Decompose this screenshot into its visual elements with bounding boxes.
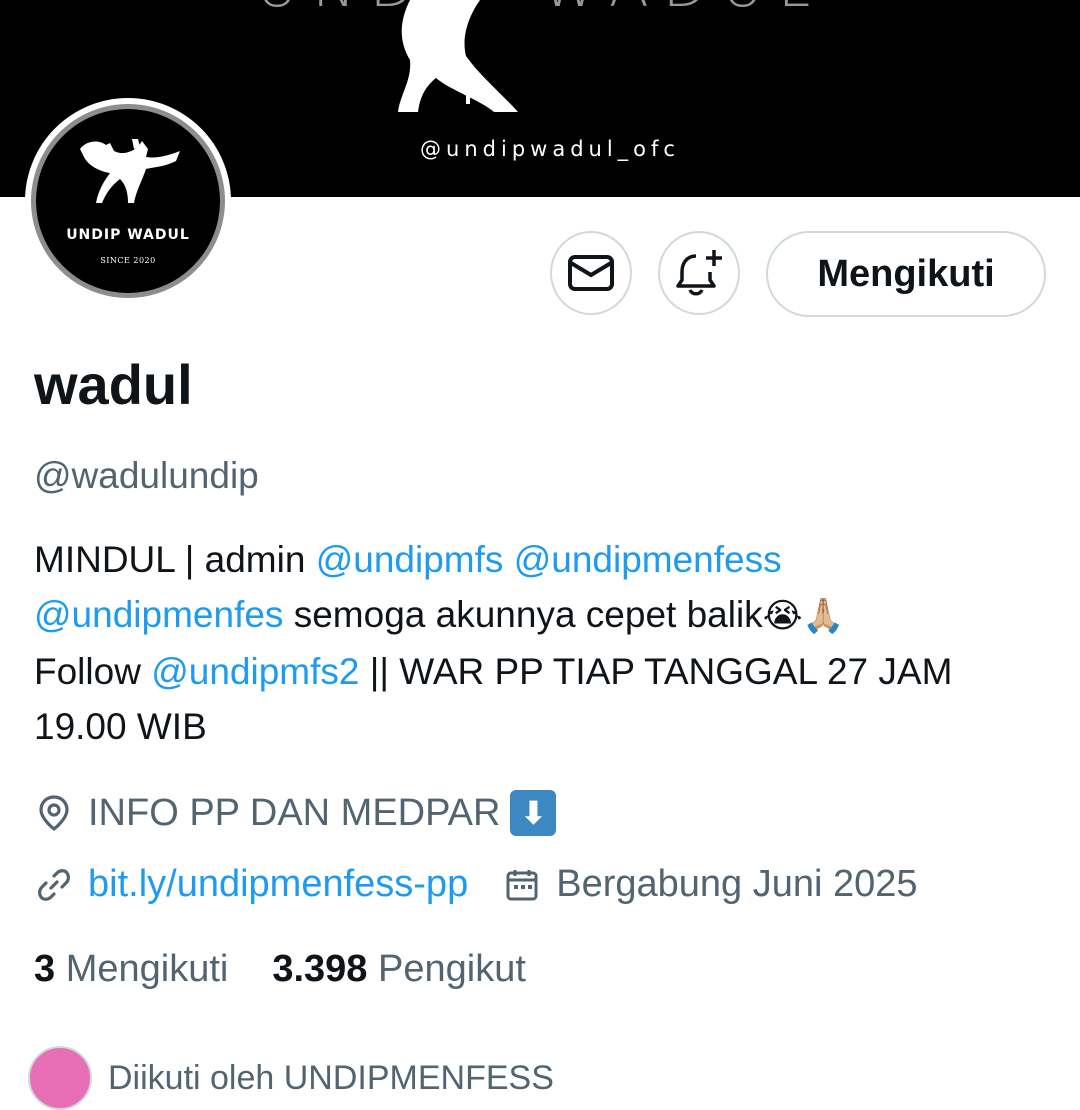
message-button[interactable]: [550, 231, 632, 315]
follower-avatar: [28, 1046, 92, 1110]
mention-link[interactable]: @undipmenfess: [514, 539, 782, 580]
down-arrow-emoji-icon: ⬇: [510, 790, 557, 836]
followed-by-text: Diikuti oleh UNDIPMENFESS: [108, 1058, 554, 1097]
profile-location: INFO PP DAN MEDPAR ⬇: [34, 790, 557, 836]
horse-logo-icon: [398, 0, 518, 112]
joined-date: Bergabung Juni 2025: [556, 863, 918, 905]
profile-handle: @wadulundip: [34, 455, 259, 496]
mention-link[interactable]: @undipmenfes: [34, 594, 283, 635]
profile-name: wadul: [34, 353, 193, 416]
followed-by[interactable]: Diikuti oleh UNDIPMENFESS: [28, 1046, 554, 1110]
avatar-name: UNDIP WADUL: [66, 227, 190, 243]
notify-button[interactable]: [658, 231, 740, 315]
following-button[interactable]: Mengikuti: [766, 231, 1046, 317]
profile-bio: MINDUL | admin @undipmfs @undipmenfess @u…: [34, 539, 953, 747]
link-icon: [34, 865, 74, 905]
avatar-since: SINCE 2020: [100, 256, 156, 265]
profile-avatar[interactable]: UNDIP WADUL SINCE 2020: [25, 98, 231, 304]
mention-link[interactable]: @undipmfs2: [151, 651, 359, 692]
followers-stat[interactable]: 3.398 Pengikut: [272, 948, 526, 990]
crying-emoji-icon: 😭: [762, 596, 803, 636]
calendar-icon: [502, 865, 542, 905]
praying-hands-emoji-icon: 🙏🏼: [802, 596, 845, 636]
profile-website-link[interactable]: bit.ly/undipmenfess-pp: [88, 863, 468, 906]
profile-meta-row: bit.ly/undipmenfess-pp Bergabung Juni 20…: [34, 863, 918, 906]
location-text: INFO PP DAN MEDPAR: [88, 791, 501, 834]
profile-stats: 3 Mengikuti 3.398 Pengikut: [34, 948, 526, 991]
mention-link[interactable]: @undipmfs: [316, 539, 504, 580]
horse-rider-icon: [80, 139, 180, 203]
location-pin-icon: [34, 793, 74, 833]
following-stat[interactable]: 3 Mengikuti: [34, 948, 228, 990]
mail-icon: [568, 255, 614, 291]
bell-plus-icon: [676, 250, 722, 296]
